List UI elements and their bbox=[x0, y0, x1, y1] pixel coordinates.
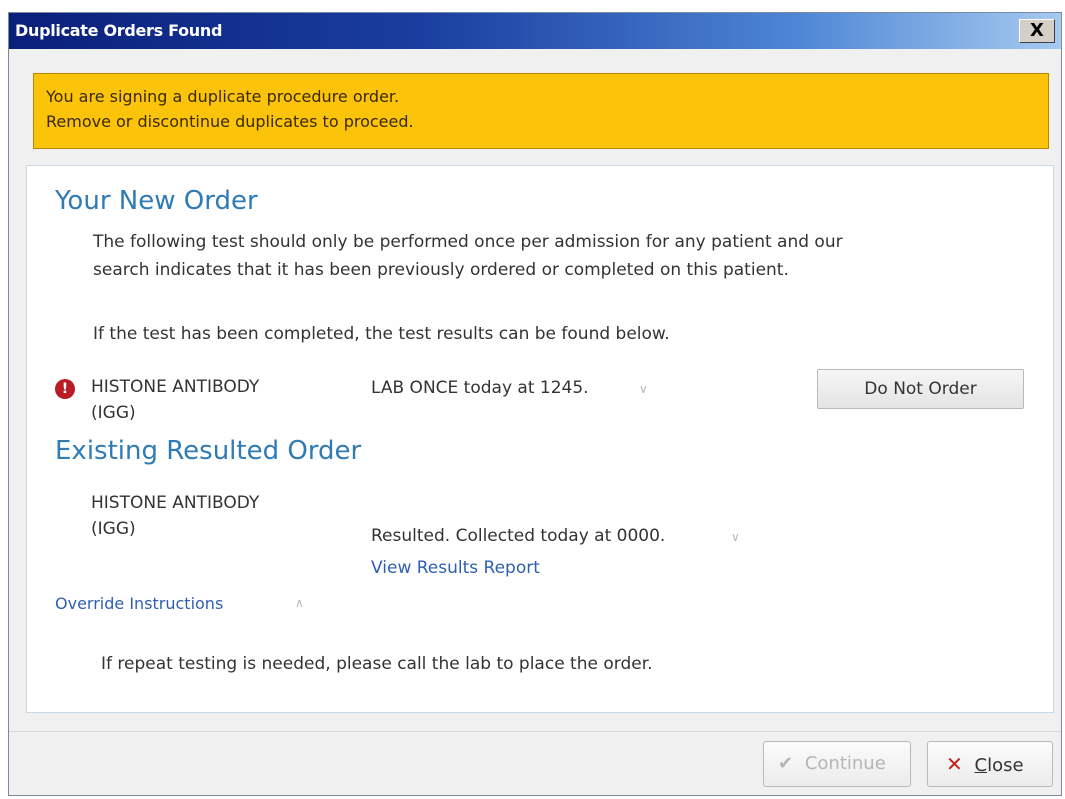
orders-panel: Your New Order The following test should… bbox=[26, 165, 1054, 713]
continue-button[interactable]: ✔ Continue bbox=[763, 741, 911, 787]
override-instructions-link[interactable]: Override Instructions bbox=[55, 594, 223, 613]
close-label-mnemonic: C bbox=[974, 755, 988, 776]
view-results-report-link[interactable]: View Results Report bbox=[371, 558, 540, 578]
test-name-line-2: (IGG) bbox=[91, 403, 136, 423]
test-results-note: If the test has been completed, the test… bbox=[93, 324, 670, 344]
warning-line-2: Remove or discontinue duplicates to proc… bbox=[46, 112, 414, 131]
chevron-up-icon[interactable]: ∧ bbox=[295, 596, 304, 610]
close-icon: ✕ bbox=[946, 752, 963, 776]
close-button[interactable]: ✕ Close bbox=[927, 741, 1053, 787]
footer-divider bbox=[9, 731, 1061, 732]
test-name-line-1: HISTONE ANTIBODY bbox=[91, 377, 260, 397]
existing-order-heading: Existing Resulted Order bbox=[55, 436, 362, 466]
error-icon: ! bbox=[55, 379, 75, 399]
description-line-1: The following test should only be perfor… bbox=[93, 232, 843, 252]
existing-test-name-line-1: HISTONE ANTIBODY bbox=[91, 493, 260, 513]
new-order-heading: Your New Order bbox=[55, 186, 258, 216]
chevron-down-icon[interactable]: ∨ bbox=[731, 530, 740, 544]
existing-test-name-line-2: (IGG) bbox=[91, 519, 136, 539]
new-order-test-name: HISTONE ANTIBODY (IGG) bbox=[91, 374, 259, 426]
new-order-description: The following test should only be perfor… bbox=[93, 228, 843, 284]
window-title: Duplicate Orders Found bbox=[15, 21, 223, 40]
description-line-2: search indicates that it has been previo… bbox=[93, 260, 789, 280]
continue-label: Continue bbox=[804, 753, 886, 774]
checkmark-icon: ✔ bbox=[778, 753, 794, 774]
title-bar[interactable]: Duplicate Orders Found X bbox=[9, 13, 1061, 49]
duplicate-warning-banner: You are signing a duplicate procedure or… bbox=[33, 73, 1049, 149]
override-instructions-text: If repeat testing is needed, please call… bbox=[101, 654, 653, 674]
close-label-rest: lose bbox=[987, 755, 1024, 776]
do-not-order-button[interactable]: Do Not Order bbox=[817, 369, 1024, 409]
window-close-button[interactable]: X bbox=[1019, 19, 1055, 43]
warning-line-1: You are signing a duplicate procedure or… bbox=[46, 87, 400, 106]
close-label: Close bbox=[975, 755, 1024, 776]
duplicate-orders-dialog: Duplicate Orders Found X You are signing… bbox=[8, 12, 1062, 796]
existing-order-test-name: HISTONE ANTIBODY (IGG) bbox=[91, 490, 259, 542]
chevron-down-icon[interactable]: ∨ bbox=[639, 382, 648, 396]
new-order-detail: LAB ONCE today at 1245. bbox=[371, 378, 589, 398]
existing-order-status: Resulted. Collected today at 0000. bbox=[371, 526, 666, 546]
